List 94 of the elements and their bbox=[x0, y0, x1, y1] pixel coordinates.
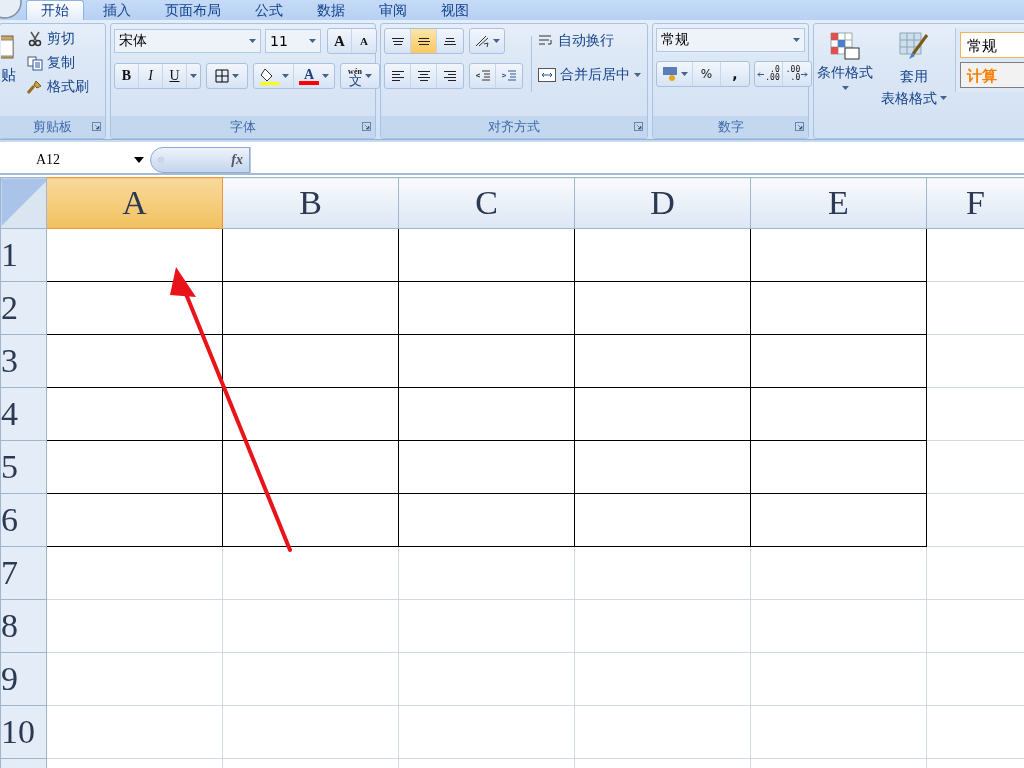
table-icon bbox=[830, 32, 860, 60]
comma-button[interactable]: , bbox=[721, 62, 749, 86]
ribbon-tab[interactable]: 开始 bbox=[26, 0, 84, 20]
row-header[interactable]: 1 bbox=[0, 228, 47, 282]
align-icon bbox=[444, 37, 456, 45]
paste-button[interactable]: 贴 bbox=[1, 28, 23, 116]
number-format-field[interactable]: 常规 bbox=[656, 28, 805, 52]
caret-icon bbox=[841, 86, 849, 90]
caret-icon bbox=[249, 39, 256, 43]
arrow-icon bbox=[757, 71, 765, 77]
decimal-decrease-button[interactable]: .00 .0 bbox=[783, 62, 811, 86]
column-header[interactable]: A bbox=[46, 177, 223, 229]
row-header[interactable]: 4 bbox=[0, 387, 47, 441]
row-header[interactable]: 9 bbox=[0, 652, 47, 706]
align-icon bbox=[417, 37, 430, 45]
launcher-icon[interactable] bbox=[795, 122, 804, 131]
caret-icon bbox=[322, 74, 329, 78]
caret-icon bbox=[309, 39, 316, 43]
merge-icon bbox=[538, 68, 556, 82]
row-header[interactable]: 5 bbox=[0, 440, 47, 494]
ribbon-tab[interactable]: 视图 bbox=[426, 0, 484, 20]
row-header[interactable]: 10 bbox=[0, 705, 47, 759]
brush-table-icon bbox=[899, 32, 929, 60]
phonetic-button[interactable]: wén 文 bbox=[341, 64, 379, 88]
caret-icon bbox=[793, 38, 800, 42]
ribbon-tab[interactable]: 插入 bbox=[88, 0, 146, 20]
decimal-increase-button[interactable]: .0 .00 bbox=[755, 62, 783, 86]
launcher-icon[interactable] bbox=[92, 122, 101, 131]
ribbon-tab[interactable]: 审阅 bbox=[364, 0, 422, 20]
font-size-field[interactable]: 11 bbox=[265, 29, 321, 53]
dot-icon bbox=[157, 155, 165, 164]
align-icon bbox=[444, 71, 456, 81]
font-name-field[interactable]: 宋体 bbox=[114, 29, 261, 53]
ribbon-tab[interactable]: 页面布局 bbox=[150, 0, 236, 20]
underline-button[interactable]: U bbox=[163, 64, 187, 88]
column-header[interactable]: E bbox=[750, 177, 927, 229]
wrap-icon bbox=[538, 34, 554, 48]
name-box[interactable]: A12 bbox=[0, 146, 150, 173]
align-icon bbox=[417, 71, 430, 81]
caret-icon bbox=[940, 96, 947, 100]
percent-button[interactable]: % bbox=[693, 62, 721, 86]
scissors-icon bbox=[27, 31, 43, 47]
cell-style-item[interactable]: 常规 bbox=[960, 32, 1024, 58]
slanted-text-icon bbox=[474, 34, 490, 48]
clipboard-action[interactable]: 复制 bbox=[27, 54, 89, 72]
caret-icon bbox=[281, 74, 289, 78]
indent-icon bbox=[501, 69, 517, 83]
format-as-table-button[interactable]: 套用 表格格式 bbox=[881, 28, 947, 116]
wrap-text-button[interactable]: 自动换行 bbox=[538, 32, 641, 50]
column-header[interactable]: D bbox=[574, 177, 751, 229]
merge-center-button[interactable]: 合并后居中 bbox=[538, 66, 641, 84]
column-header[interactable]: F bbox=[926, 177, 1024, 229]
grow-font-button[interactable]: A bbox=[328, 29, 352, 53]
group-title: 数字 bbox=[717, 118, 744, 136]
row-header[interactable]: 2 bbox=[0, 281, 47, 335]
caret-icon bbox=[134, 156, 144, 163]
conditional-format-button[interactable]: 条件格式 bbox=[817, 28, 873, 116]
group-title: 对齐方式 bbox=[488, 118, 540, 136]
row-header[interactable]: 8 bbox=[0, 599, 47, 653]
row-header[interactable]: 6 bbox=[0, 493, 47, 547]
caret-icon bbox=[364, 74, 372, 78]
ribbon-tab[interactable]: 数据 bbox=[302, 0, 360, 20]
brush-icon bbox=[27, 79, 43, 95]
align-middle-button[interactable] bbox=[411, 29, 437, 53]
caret-icon bbox=[190, 74, 197, 78]
clipboard-icon bbox=[1, 34, 15, 60]
shrink-font-button[interactable]: A bbox=[352, 29, 376, 53]
column-header[interactable]: B bbox=[222, 177, 399, 229]
caret-icon bbox=[232, 74, 239, 78]
paint-bucket-icon bbox=[258, 67, 279, 85]
indent-icon bbox=[474, 69, 491, 83]
group-title: 剪贴板 bbox=[33, 118, 72, 136]
row-header[interactable]: 7 bbox=[0, 546, 47, 600]
caret-icon bbox=[634, 73, 641, 77]
caret-icon bbox=[680, 72, 688, 76]
row-header[interactable]: 3 bbox=[0, 334, 47, 388]
align-icon bbox=[391, 37, 404, 45]
clipboard-action[interactable]: 格式刷 bbox=[27, 78, 89, 96]
italic-button[interactable]: I bbox=[139, 64, 163, 88]
ribbon-tab[interactable]: 公式 bbox=[240, 0, 298, 20]
caret-icon bbox=[493, 39, 500, 43]
bold-button[interactable]: B bbox=[115, 64, 139, 88]
clipboard-action[interactable]: 剪切 bbox=[27, 30, 89, 48]
align-icon bbox=[391, 71, 404, 81]
launcher-icon[interactable] bbox=[362, 122, 371, 131]
color-bar-icon bbox=[299, 80, 319, 85]
column-header[interactable]: C bbox=[398, 177, 575, 229]
grid-icon bbox=[215, 69, 229, 83]
insert-function-button[interactable]: fx bbox=[150, 146, 250, 173]
group-title: 字体 bbox=[230, 118, 256, 136]
arrow-icon bbox=[801, 71, 809, 77]
money-icon bbox=[661, 66, 678, 82]
launcher-icon[interactable] bbox=[634, 122, 643, 131]
copy-icon bbox=[27, 55, 43, 71]
